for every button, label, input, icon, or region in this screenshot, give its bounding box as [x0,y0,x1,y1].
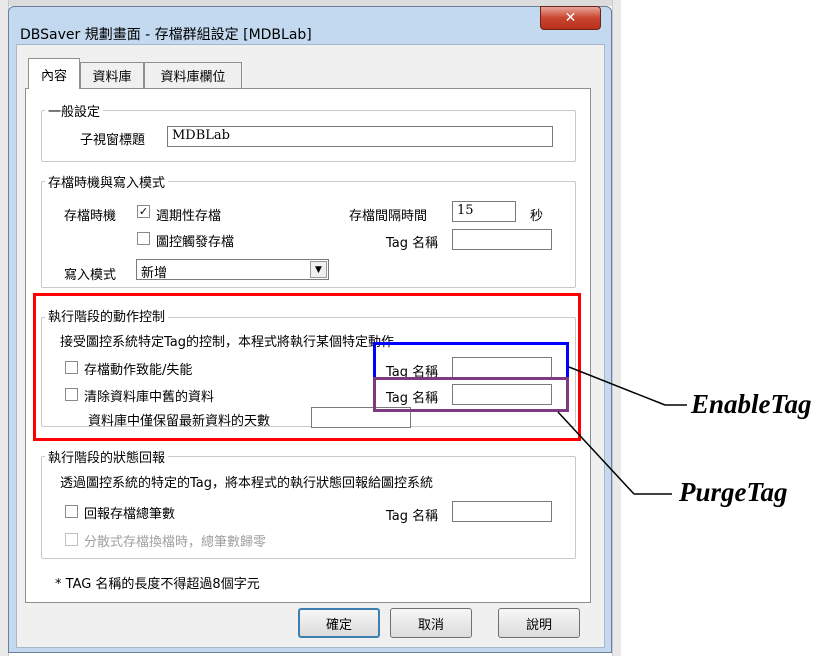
enable-tag-callout: EnableTag [691,389,812,419]
tab-label: 內容 [40,68,67,84]
enable-tag-callout-line [568,366,666,406]
callout-lines [557,366,687,495]
purge-tag-callout: PurgeTag [679,477,788,507]
purge-tag-callout-line [557,411,635,495]
tab-content[interactable]: 內容 [28,58,80,89]
